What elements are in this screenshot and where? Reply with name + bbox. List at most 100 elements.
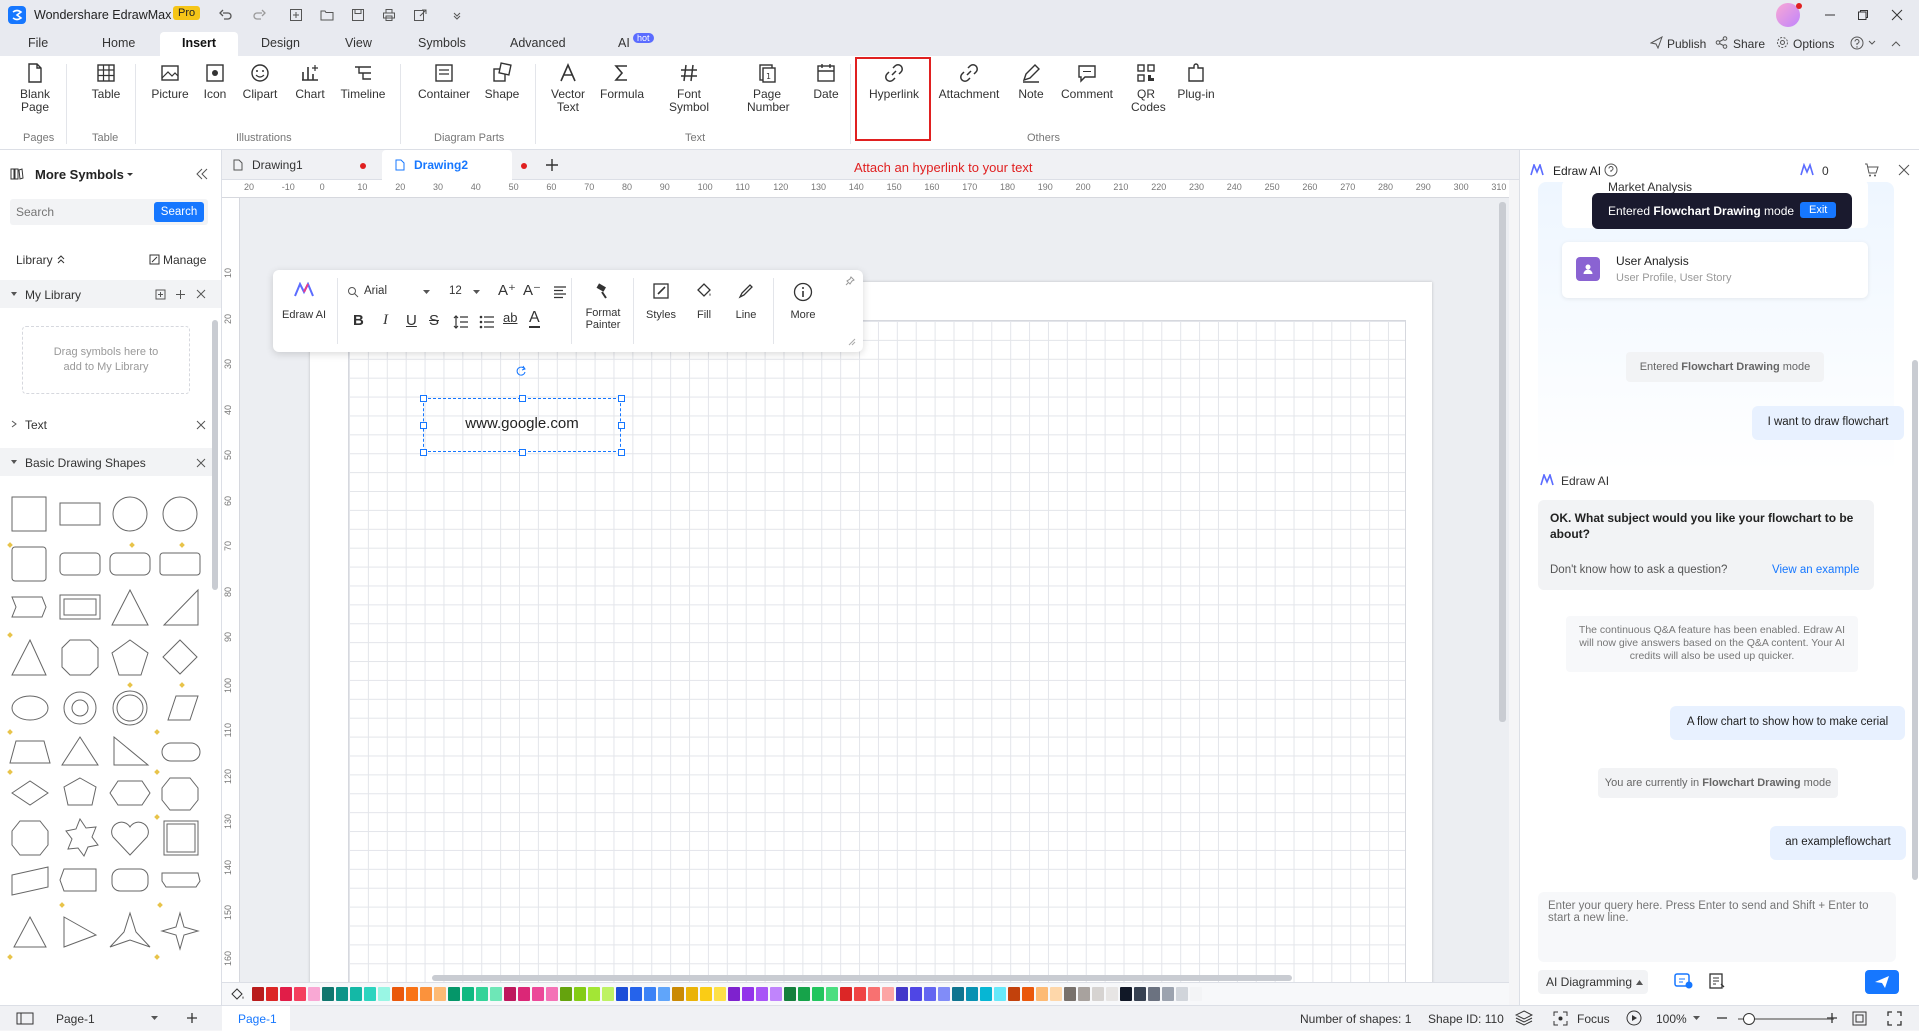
page-select[interactable]: Page-1: [56, 1012, 95, 1026]
color-swatch[interactable]: [602, 987, 614, 1001]
color-swatch[interactable]: [294, 987, 306, 1001]
decrease-font-icon[interactable]: A⁻: [523, 281, 541, 299]
date-button[interactable]: Date: [806, 62, 846, 101]
new-file-icon[interactable]: [289, 8, 303, 22]
resize-handle[interactable]: [618, 449, 625, 456]
color-swatch[interactable]: [1036, 987, 1048, 1001]
my-library-drop-zone[interactable]: Drag symbols here to add to My Library: [22, 326, 190, 394]
line-spacing-icon[interactable]: [453, 315, 469, 329]
color-swatch[interactable]: [532, 987, 544, 1001]
format-painter-tool[interactable]: Format Painter: [579, 282, 627, 331]
tab-insert[interactable]: Insert: [182, 36, 216, 50]
page-number-button[interactable]: 1 Page Number: [738, 62, 796, 114]
layers-icon[interactable]: [1515, 1010, 1533, 1026]
color-swatch[interactable]: [504, 987, 516, 1001]
page-tab-1[interactable]: Page-1: [238, 1012, 277, 1026]
font-symbol-button[interactable]: Font Symbol: [662, 62, 716, 114]
color-swatch[interactable]: [490, 987, 502, 1001]
vector-text-button[interactable]: Vector Text: [546, 62, 590, 114]
color-swatch[interactable]: [770, 987, 782, 1001]
increase-font-icon[interactable]: A⁺: [498, 281, 516, 299]
chat-scrollbar[interactable]: [1912, 360, 1918, 880]
font-family-select[interactable]: Arial: [364, 285, 387, 297]
share-button[interactable]: Share: [1733, 37, 1765, 51]
color-swatch[interactable]: [728, 987, 740, 1001]
redo-icon[interactable]: [252, 8, 266, 22]
library-import-icon[interactable]: [155, 289, 166, 300]
rotate-handle-icon[interactable]: [515, 365, 527, 377]
color-swatch[interactable]: [798, 987, 810, 1001]
open-folder-icon[interactable]: [320, 8, 334, 22]
bullet-list-icon[interactable]: [479, 315, 495, 329]
zoom-out-icon[interactable]: [1716, 1012, 1728, 1024]
tab-ai[interactable]: AI: [618, 36, 630, 50]
color-swatch[interactable]: [826, 987, 838, 1001]
undo-icon[interactable]: [219, 8, 233, 22]
text-section-expand-icon[interactable]: [11, 420, 17, 428]
zoom-slider-thumb[interactable]: [1743, 1013, 1755, 1025]
color-swatch[interactable]: [672, 987, 684, 1001]
basic-shapes-close-icon[interactable]: [196, 458, 206, 468]
color-swatch[interactable]: [322, 987, 334, 1001]
selected-text-shape[interactable]: www.google.com: [423, 398, 621, 452]
picture-button[interactable]: Picture: [148, 62, 192, 101]
color-swatch[interactable]: [1190, 987, 1202, 1001]
color-swatch[interactable]: [952, 987, 964, 1001]
color-swatch[interactable]: [1120, 987, 1132, 1001]
quick-access-more-icon[interactable]: [452, 10, 462, 20]
blank-page-button[interactable]: Blank Page: [14, 62, 56, 114]
zoom-in-icon[interactable]: [1826, 1012, 1838, 1024]
color-swatch[interactable]: [686, 987, 698, 1001]
icon-button[interactable]: Icon: [200, 62, 230, 101]
resize-handle[interactable]: [519, 449, 526, 456]
ai-diagram-tool-icon[interactable]: [1674, 972, 1694, 990]
edraw-ai-tool[interactable]: Edraw AI: [281, 281, 327, 321]
font-dropdown-icon[interactable]: [423, 290, 430, 295]
ai-mode-select[interactable]: AI Diagramming: [1538, 970, 1648, 994]
color-swatch[interactable]: [420, 987, 432, 1001]
text-highlight-icon[interactable]: ab: [503, 310, 517, 325]
ai-history-icon[interactable]: [1708, 972, 1726, 990]
symbol-search-box[interactable]: Search: [10, 199, 208, 225]
print-icon[interactable]: [382, 8, 396, 22]
color-swatch[interactable]: [252, 987, 264, 1001]
library-add-icon[interactable]: [175, 289, 186, 300]
color-swatch[interactable]: [938, 987, 950, 1001]
align-text-icon[interactable]: [553, 285, 567, 299]
drawing-page[interactable]: [310, 282, 1432, 982]
color-swatch[interactable]: [854, 987, 866, 1001]
resize-handle[interactable]: [618, 395, 625, 402]
tab-symbols[interactable]: Symbols: [418, 36, 466, 50]
library-label[interactable]: Library: [16, 253, 53, 267]
close-window-icon[interactable]: [1891, 9, 1903, 21]
resize-handle[interactable]: [420, 449, 427, 456]
bold-icon[interactable]: B: [353, 312, 364, 329]
more-tool[interactable]: More: [783, 282, 823, 321]
fill-tool[interactable]: Fill: [687, 282, 721, 321]
color-swatch[interactable]: [1134, 987, 1146, 1001]
color-swatch[interactable]: [476, 987, 488, 1001]
color-swatch[interactable]: [1148, 987, 1160, 1001]
color-swatch[interactable]: [882, 987, 894, 1001]
resize-grip-icon[interactable]: [848, 338, 856, 346]
color-swatch[interactable]: [644, 987, 656, 1001]
color-swatch[interactable]: [546, 987, 558, 1001]
zoom-dropdown-icon[interactable]: [1693, 1016, 1700, 1021]
color-swatch[interactable]: [1162, 987, 1174, 1001]
color-swatch[interactable]: [406, 987, 418, 1001]
publish-button[interactable]: Publish: [1667, 37, 1706, 51]
resize-handle[interactable]: [519, 395, 526, 402]
color-swatch[interactable]: [910, 987, 922, 1001]
color-swatch[interactable]: [448, 987, 460, 1001]
italic-icon[interactable]: I: [383, 312, 388, 329]
color-swatch[interactable]: [1092, 987, 1104, 1001]
color-swatch[interactable]: [896, 987, 908, 1001]
ai-input-box[interactable]: [1538, 892, 1896, 962]
canvas-horizontal-scrollbar[interactable]: [432, 975, 1292, 981]
color-swatch[interactable]: [616, 987, 628, 1001]
help-icon[interactable]: [1850, 36, 1864, 50]
view-example-link[interactable]: View an example: [1772, 564, 1859, 576]
pin-toolbar-icon[interactable]: [845, 276, 855, 286]
color-swatch[interactable]: [588, 987, 600, 1001]
more-symbols-dropdown-icon[interactable]: [126, 172, 134, 178]
